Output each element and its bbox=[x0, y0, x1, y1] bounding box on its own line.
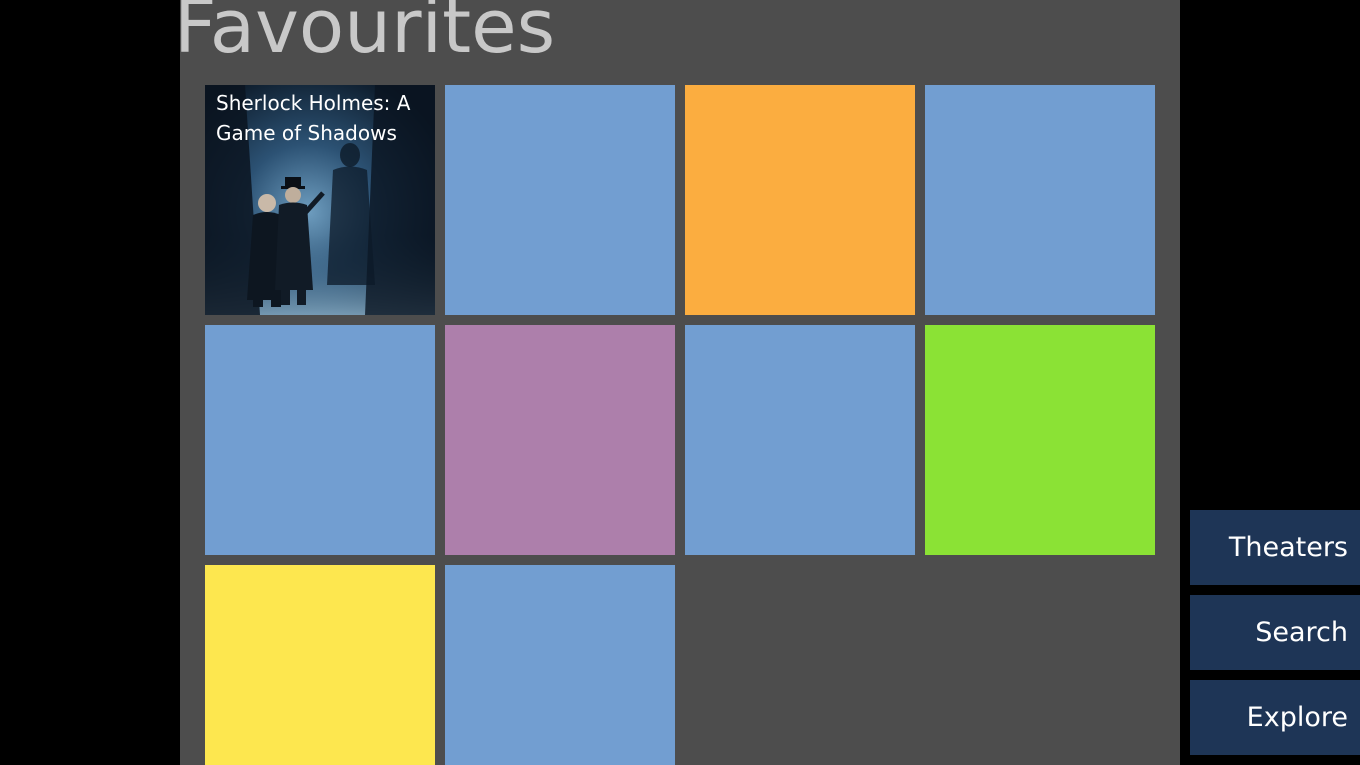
movie-tile[interactable] bbox=[685, 85, 915, 315]
search-button[interactable]: Search bbox=[1190, 595, 1360, 670]
movie-tile[interactable] bbox=[925, 325, 1155, 555]
movie-tile[interactable] bbox=[445, 85, 675, 315]
movie-tile[interactable] bbox=[205, 325, 435, 555]
movie-tile[interactable] bbox=[445, 565, 675, 765]
favourites-panel: Favourites Sherlock Holmes: A Game of Sh… bbox=[180, 0, 1180, 765]
movie-tile[interactable] bbox=[685, 325, 915, 555]
page-title: Favourites bbox=[180, 0, 556, 70]
explore-button[interactable]: Explore bbox=[1190, 680, 1360, 755]
movie-tile-sherlock-holmes[interactable]: Sherlock Holmes: A Game of Shadows bbox=[205, 85, 435, 315]
movie-title: Sherlock Holmes: A Game of Shadows bbox=[216, 91, 411, 145]
app-window: Favourites Sherlock Holmes: A Game of Sh… bbox=[0, 0, 1360, 765]
movie-tile[interactable] bbox=[205, 565, 435, 765]
movie-tile[interactable] bbox=[925, 85, 1155, 315]
movie-tile[interactable] bbox=[445, 325, 675, 555]
theaters-button[interactable]: Theaters bbox=[1190, 510, 1360, 585]
